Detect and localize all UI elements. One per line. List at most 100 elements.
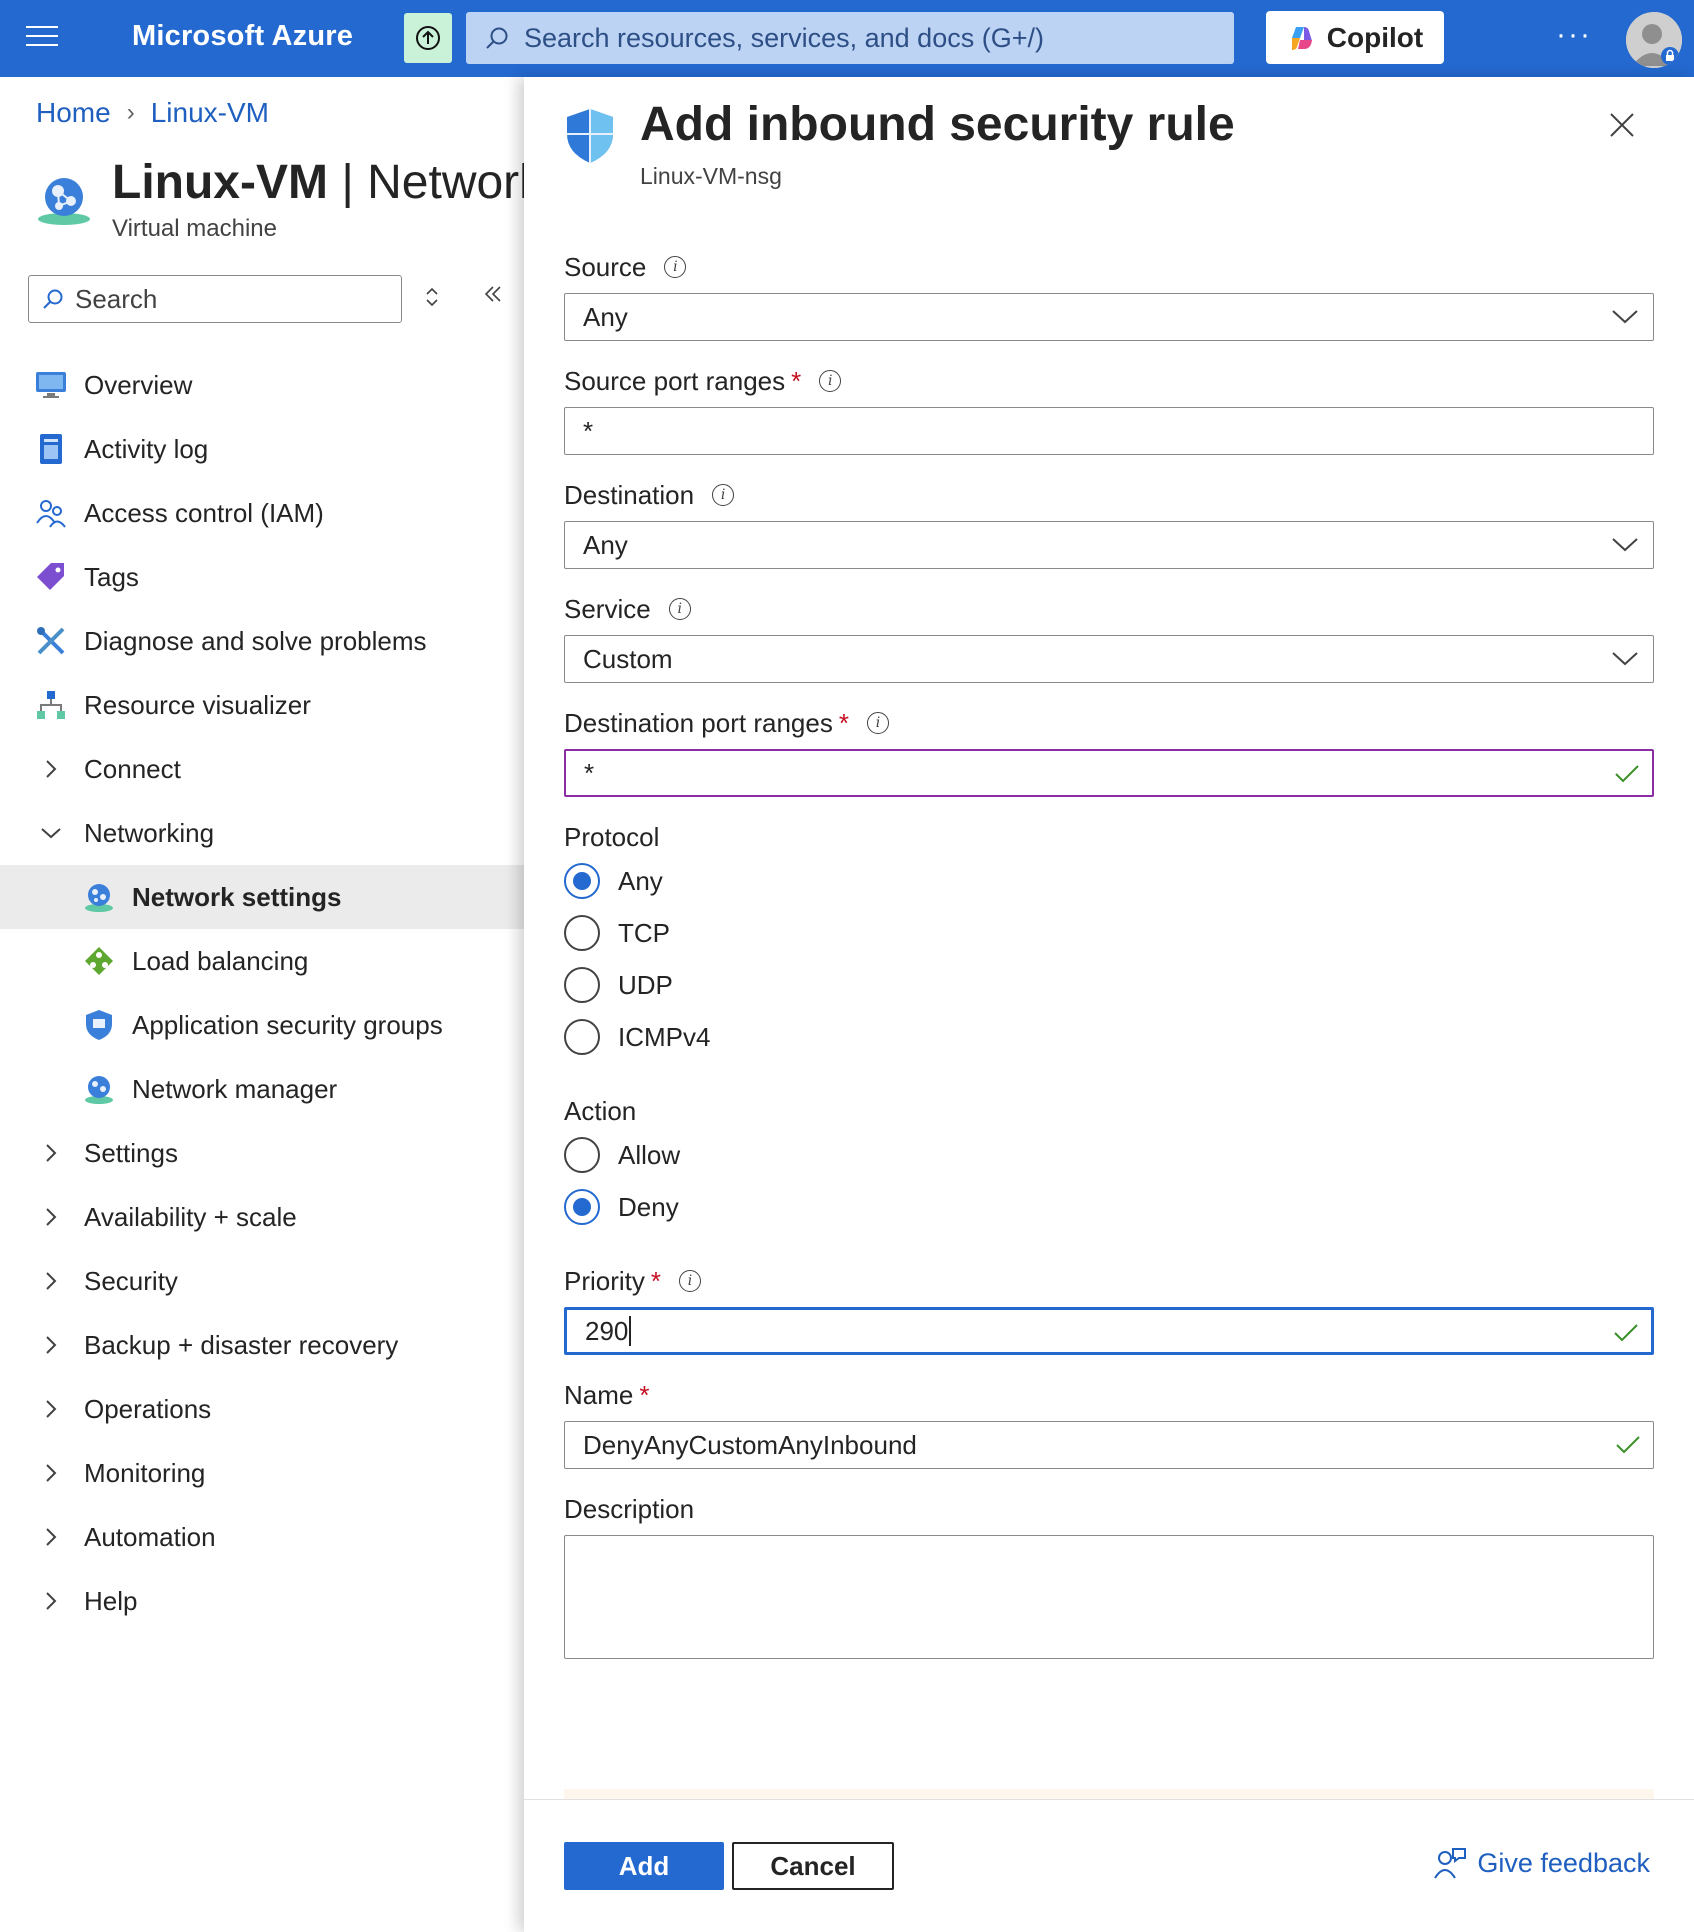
chevron-right-icon: [34, 1142, 68, 1164]
priority-input[interactable]: 290: [564, 1307, 1654, 1355]
chevron-down-icon: [1612, 538, 1638, 552]
priority-label: Priority: [564, 1265, 645, 1296]
nav-label-access-control: Access control (IAM): [84, 497, 324, 528]
add-button[interactable]: Add: [564, 1842, 724, 1890]
hierarchy-icon: [34, 688, 68, 722]
resource-section: | Networl: [327, 156, 530, 209]
destination-dropdown[interactable]: Any: [564, 521, 1654, 569]
panel-footer: Add Cancel Give feedback: [524, 1799, 1694, 1932]
radio-unselected[interactable]: [564, 967, 600, 1003]
info-icon[interactable]: i: [712, 484, 735, 506]
info-icon[interactable]: i: [866, 712, 889, 734]
nav-group-automation[interactable]: Automation: [0, 1505, 524, 1569]
nav-item-tags[interactable]: Tags: [0, 545, 524, 609]
breadcrumb-resource-link[interactable]: Linux-VM: [151, 97, 269, 129]
source-port-input[interactable]: *: [564, 407, 1654, 455]
protocol-option-tcp[interactable]: TCP: [564, 907, 1654, 959]
nav-item-activity-log[interactable]: Activity log: [0, 417, 524, 481]
nav-group-security[interactable]: Security: [0, 1249, 524, 1313]
nav-group-help[interactable]: Help: [0, 1569, 524, 1633]
nav-label-monitoring: Monitoring: [84, 1457, 206, 1488]
info-icon[interactable]: i: [819, 370, 842, 392]
info-icon[interactable]: i: [679, 1270, 702, 1292]
service-label: Service: [564, 593, 651, 624]
chevron-right-icon: [34, 1526, 68, 1548]
action-group: Action Allow Deny: [564, 1093, 1654, 1233]
nav-item-app-security-groups[interactable]: Application security groups: [0, 993, 524, 1057]
avatar[interactable]: [1626, 12, 1682, 68]
service-dropdown[interactable]: Custom: [564, 635, 1654, 683]
radio-unselected[interactable]: [564, 1019, 600, 1055]
nav-item-network-settings[interactable]: Network settings: [0, 865, 524, 929]
info-icon[interactable]: i: [668, 598, 691, 620]
radio-unselected[interactable]: [564, 1137, 600, 1173]
protocol-group: Protocol Any TCP UDP ICMPv4: [564, 819, 1654, 1063]
nav-group-monitoring[interactable]: Monitoring: [0, 1441, 524, 1505]
required-asterisk: *: [639, 1379, 650, 1410]
add-inbound-rule-panel: Add inbound security rule Linux-VM-nsg S…: [524, 77, 1694, 1932]
chevron-down-icon: [1612, 310, 1638, 324]
chevron-right-icon: [34, 1206, 68, 1228]
menu-search-placeholder: Search: [75, 283, 158, 314]
nav-group-networking[interactable]: Networking: [0, 801, 524, 865]
radio-unselected[interactable]: [564, 915, 600, 951]
nav-label-activity-log: Activity log: [84, 433, 209, 464]
tag-icon: [34, 560, 68, 594]
menu-search-input[interactable]: Search: [28, 275, 402, 323]
cloud-shell-upload-button[interactable]: [404, 13, 452, 63]
global-search-input[interactable]: Search resources, services, and docs (G+…: [466, 12, 1234, 64]
protocol-option-udp[interactable]: UDP: [564, 959, 1654, 1011]
priority-value: 290: [585, 1315, 629, 1346]
give-feedback-link[interactable]: Give feedback: [1433, 1846, 1650, 1880]
expand-collapse-all-icon[interactable]: [424, 286, 440, 314]
nav-item-resource-visualizer[interactable]: Resource visualizer: [0, 673, 524, 737]
priority-group: Priority * i 290: [564, 1263, 1654, 1355]
destination-port-input[interactable]: *: [564, 749, 1654, 797]
copilot-label: Copilot: [1326, 21, 1424, 53]
close-icon[interactable]: [1608, 111, 1636, 144]
description-textarea[interactable]: [564, 1535, 1654, 1659]
breadcrumb-home-link[interactable]: Home: [36, 97, 111, 129]
collapse-menu-icon[interactable]: [482, 280, 504, 312]
monitor-icon: [34, 368, 68, 402]
radio-selected[interactable]: [564, 863, 600, 899]
nav-group-operations[interactable]: Operations: [0, 1377, 524, 1441]
network-manager-icon: [82, 1072, 116, 1106]
nav-item-network-manager[interactable]: Network manager: [0, 1057, 524, 1121]
nav-group-settings[interactable]: Settings: [0, 1121, 524, 1185]
radio-selected[interactable]: [564, 1189, 600, 1225]
protocol-option-any[interactable]: Any: [564, 855, 1654, 907]
nav-item-load-balancing[interactable]: Load balancing: [0, 929, 524, 993]
action-option-label: Deny: [618, 1191, 679, 1222]
nav-group-connect[interactable]: Connect: [0, 737, 524, 801]
cancel-button[interactable]: Cancel: [732, 1842, 894, 1890]
hamburger-menu-icon[interactable]: [26, 26, 58, 50]
source-dropdown[interactable]: Any: [564, 293, 1654, 341]
shield-icon: [82, 1008, 116, 1042]
nav-item-diagnose[interactable]: Diagnose and solve problems: [0, 609, 524, 673]
nav-label-load-balancing: Load balancing: [132, 945, 309, 976]
nav-label-network-settings: Network settings: [132, 881, 342, 912]
more-options-icon[interactable]: ···: [1556, 18, 1592, 52]
source-group: Source i Any: [564, 249, 1654, 341]
brand-title[interactable]: Microsoft Azure: [132, 20, 353, 53]
nav-label-connect: Connect: [84, 753, 181, 784]
user-avatar-icon: [1626, 12, 1682, 68]
info-icon[interactable]: i: [664, 256, 687, 278]
search-icon: [43, 289, 63, 309]
nav-item-access-control[interactable]: Access control (IAM): [0, 481, 524, 545]
name-input[interactable]: DenyAnyCustomAnyInbound: [564, 1421, 1654, 1469]
load-balancer-icon: [82, 944, 116, 978]
name-group: Name * DenyAnyCustomAnyInbound: [564, 1377, 1654, 1469]
destination-group: Destination i Any: [564, 477, 1654, 569]
action-option-deny[interactable]: Deny: [564, 1181, 1654, 1233]
destination-port-label-row: Destination port ranges * i: [564, 705, 1654, 741]
nav-label-automation: Automation: [84, 1521, 216, 1552]
protocol-option-icmpv4[interactable]: ICMPv4: [564, 1011, 1654, 1063]
nav-group-backup[interactable]: Backup + disaster recovery: [0, 1313, 524, 1377]
copilot-button[interactable]: Copilot: [1266, 11, 1444, 64]
action-option-allow[interactable]: Allow: [564, 1129, 1654, 1181]
nav-group-availability[interactable]: Availability + scale: [0, 1185, 524, 1249]
nav-item-overview[interactable]: Overview: [0, 353, 524, 417]
wrench-screwdriver-icon: [34, 624, 68, 658]
